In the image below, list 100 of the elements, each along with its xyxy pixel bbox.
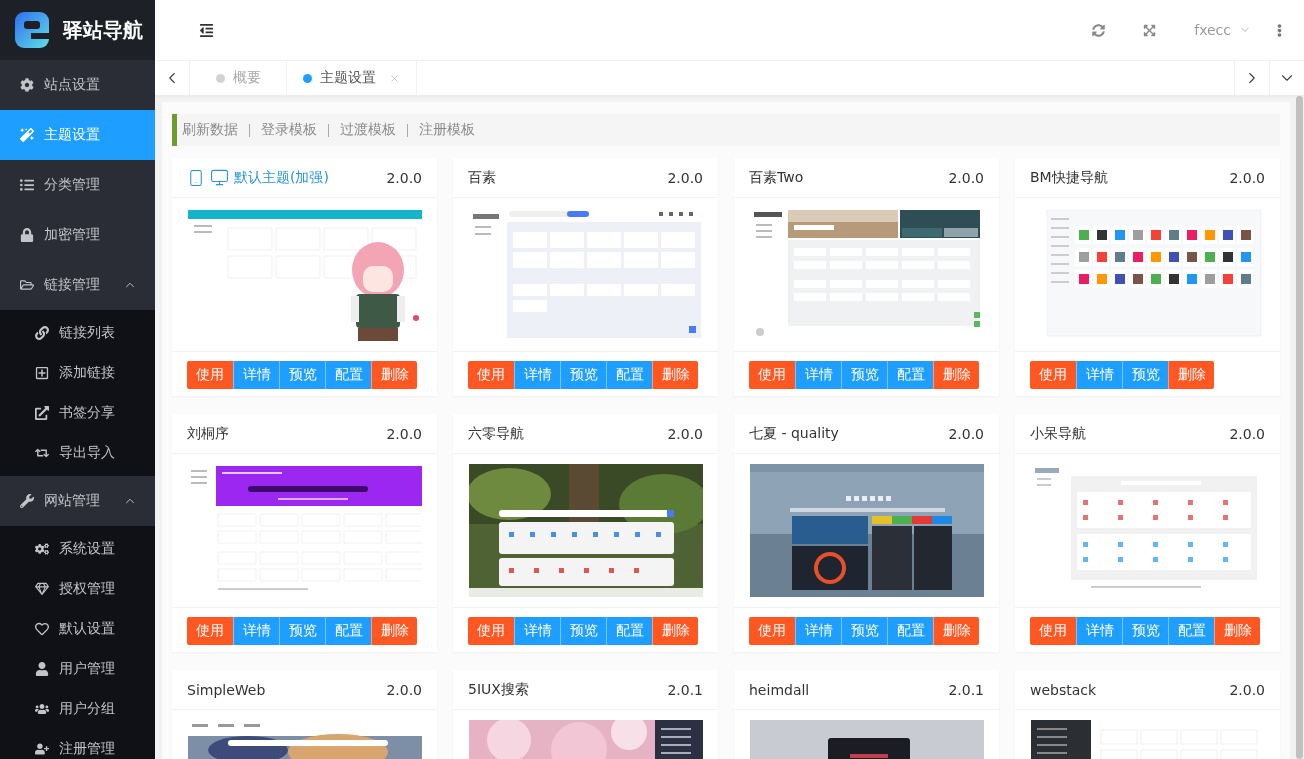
theme-name: SimpleWeb: [187, 681, 266, 698]
use-button[interactable]: 使用: [468, 617, 514, 645]
users-icon: [35, 702, 49, 716]
nav-subitem[interactable]: 书签分享: [0, 393, 155, 433]
config-button[interactable]: 配置: [887, 617, 933, 645]
details-button[interactable]: 详情: [1076, 361, 1122, 389]
use-button[interactable]: 使用: [1030, 361, 1076, 389]
preview-button[interactable]: 预览: [841, 617, 887, 645]
nav-subitem[interactable]: 用户分组: [0, 689, 155, 729]
nav-item[interactable]: 站点设置: [0, 60, 155, 110]
nav-item[interactable]: 加密管理: [0, 210, 155, 260]
delete-button[interactable]: 删除: [1214, 617, 1260, 645]
refresh-icon[interactable]: [1092, 23, 1106, 37]
theme-version: 2.0.1: [667, 681, 703, 698]
theme-name: BM快捷导航: [1030, 168, 1108, 187]
toolbar-link[interactable]: 注册模板: [419, 121, 475, 139]
details-button[interactable]: 详情: [1076, 617, 1122, 645]
use-button[interactable]: 使用: [187, 361, 233, 389]
nav-item[interactable]: 网站管理: [0, 476, 155, 526]
delete-button[interactable]: 删除: [652, 361, 698, 389]
details-button[interactable]: 详情: [233, 361, 279, 389]
gears-icon: [35, 542, 49, 556]
nav-item[interactable]: 链接管理: [0, 260, 155, 310]
user-icon: [35, 662, 49, 676]
external-link-icon: [35, 406, 49, 420]
delete-button[interactable]: 删除: [371, 617, 417, 645]
theme-name: 小呆导航: [1030, 424, 1086, 443]
theme-name: 七夏 - quality: [749, 424, 839, 443]
nav-subitem[interactable]: 默认设置: [0, 609, 155, 649]
magic-wand-icon: [20, 128, 34, 142]
gear-icon: [20, 78, 34, 92]
delete-button[interactable]: 删除: [652, 617, 698, 645]
delete-button[interactable]: 删除: [1168, 361, 1214, 389]
dot-icon: [303, 73, 312, 83]
nav-subitem[interactable]: 链接列表: [0, 313, 155, 353]
preview-button[interactable]: 预览: [279, 361, 325, 389]
details-button[interactable]: 详情: [514, 617, 560, 645]
scrollbar-thumb[interactable]: [1296, 96, 1303, 759]
dot-icon: [215, 73, 225, 83]
use-button[interactable]: 使用: [187, 617, 233, 645]
theme-version: 2.0.0: [386, 169, 422, 186]
theme-version: 2.0.0: [386, 681, 422, 698]
nav-subitem[interactable]: 用户管理: [0, 649, 155, 689]
heart-icon: [35, 622, 49, 636]
config-button[interactable]: 配置: [606, 361, 652, 389]
theme-name: 六零导航: [468, 424, 524, 443]
fullscreen-icon[interactable]: [1143, 23, 1157, 37]
folder-icon: [20, 278, 34, 292]
use-button[interactable]: 使用: [1030, 617, 1076, 645]
use-button[interactable]: 使用: [749, 361, 795, 389]
delete-button[interactable]: 删除: [933, 361, 979, 389]
link-icon: [35, 326, 49, 340]
nav-item[interactable]: 主题设置: [0, 110, 155, 160]
theme-name: 百素: [468, 168, 496, 187]
nav-item[interactable]: 分类管理: [0, 160, 155, 210]
preview-button[interactable]: 预览: [841, 361, 887, 389]
config-button[interactable]: 配置: [325, 361, 371, 389]
nav-subitem[interactable]: 添加链接: [0, 353, 155, 393]
details-button[interactable]: 详情: [795, 361, 841, 389]
nav-subitem[interactable]: 注册管理: [0, 729, 155, 759]
preview-button[interactable]: 预览: [279, 617, 325, 645]
delete-button[interactable]: 删除: [371, 361, 417, 389]
delete-button[interactable]: 删除: [933, 617, 979, 645]
nav-subitem[interactable]: 系统设置: [0, 529, 155, 569]
theme-name: webstack: [1030, 681, 1097, 698]
theme-version: 2.0.0: [1229, 681, 1265, 698]
preview-button[interactable]: 预览: [560, 617, 606, 645]
preview-button[interactable]: 预览: [1122, 617, 1168, 645]
theme-version: 2.0.1: [948, 681, 984, 698]
config-button[interactable]: 配置: [606, 617, 652, 645]
details-button[interactable]: 详情: [233, 617, 279, 645]
preview-button[interactable]: 预览: [1122, 361, 1168, 389]
details-button[interactable]: 详情: [514, 361, 560, 389]
tab[interactable]: 概要: [190, 61, 287, 95]
theme-name: 百素Two: [749, 168, 804, 187]
diamond-icon: [35, 582, 49, 596]
config-button[interactable]: 配置: [887, 361, 933, 389]
toolbar-link[interactable]: 登录模板: [261, 121, 317, 139]
use-button[interactable]: 使用: [468, 361, 514, 389]
theme-version: 2.0.0: [667, 169, 703, 186]
nav-subitem[interactable]: 授权管理: [0, 569, 155, 609]
details-button[interactable]: 详情: [795, 617, 841, 645]
outdent-icon[interactable]: [199, 22, 214, 38]
config-button[interactable]: 配置: [325, 617, 371, 645]
logo-icon: [15, 12, 49, 48]
tab[interactable]: 主题设置: [287, 61, 417, 95]
preview-button[interactable]: 预览: [560, 361, 606, 389]
toolbar-link[interactable]: 刷新数据: [182, 121, 238, 139]
config-button[interactable]: 配置: [1168, 617, 1214, 645]
use-button[interactable]: 使用: [749, 617, 795, 645]
user-menu[interactable]: fxecc: [1194, 22, 1251, 38]
user-plus-icon: [35, 742, 49, 756]
theme-version: 2.0.0: [1229, 169, 1265, 186]
toolbar-link[interactable]: 过渡模板: [340, 121, 396, 139]
smartphone-icon: [187, 168, 205, 187]
nav-subitem[interactable]: 导出导入: [0, 433, 155, 473]
wrench-icon: [20, 494, 34, 508]
theme-name: 刘桐序: [187, 424, 229, 443]
monitor-icon: [210, 168, 229, 187]
arrows-cycle-icon: [35, 446, 49, 460]
